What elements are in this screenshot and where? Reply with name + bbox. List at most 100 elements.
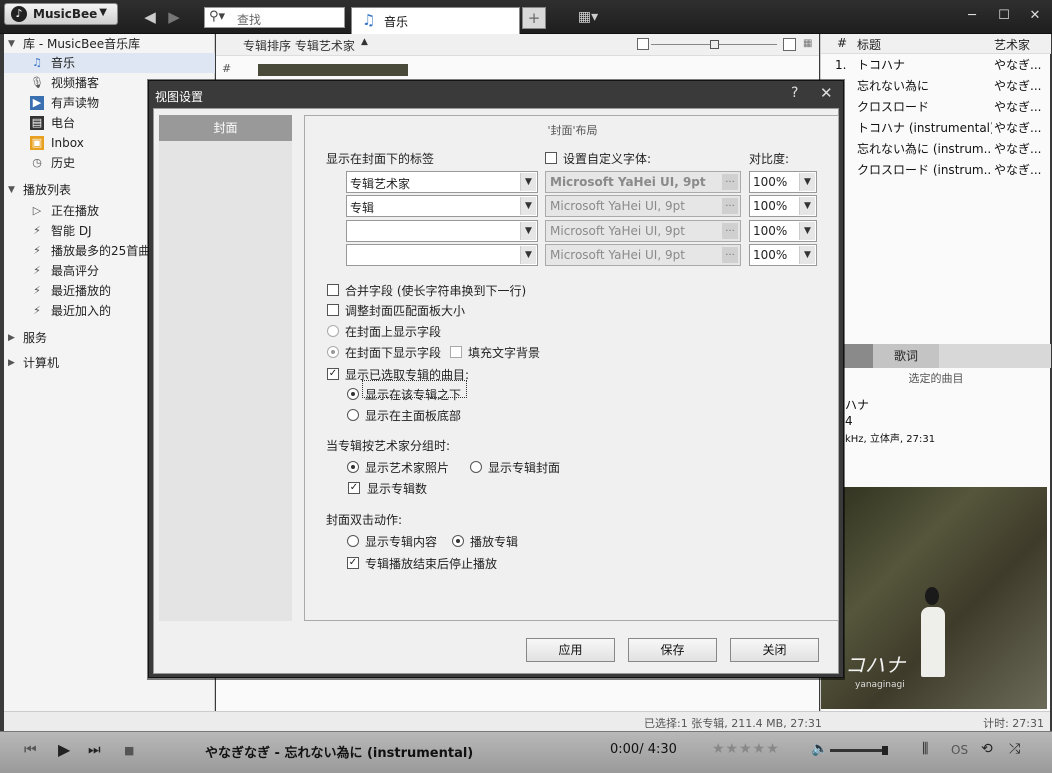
auto-playlist-icon: ⚡: [33, 284, 41, 297]
play-album-radio[interactable]: [452, 535, 464, 547]
show-bottom-panel-radio[interactable]: [347, 409, 359, 421]
show-album-content-label: 显示专辑内容: [365, 535, 438, 549]
font-value: Microsoft YaHei UI, 9pt: [550, 248, 685, 262]
album-cover-art[interactable]: トコハナ yanaginagi: [821, 487, 1047, 709]
back-arrow-icon[interactable]: ◀: [142, 9, 158, 25]
add-tab-button[interactable]: +: [522, 7, 546, 29]
track-row[interactable]: 忘れない為に (instrum... やなぎ...: [821, 139, 1051, 160]
double-click-label: 封面双击动作:: [326, 513, 403, 527]
search-placeholder: 查找: [237, 13, 262, 27]
sort-label[interactable]: 专辑排序 专辑艺术家: [243, 37, 355, 54]
contrast-value: 100%: [753, 248, 788, 262]
zoom-slider[interactable]: [637, 38, 797, 52]
music-note-icon: ♫: [32, 56, 42, 69]
track-row[interactable]: クロスロード (instrum... やなぎ...: [821, 160, 1051, 181]
status-bar: 已选择:1 张专辑, 211.4 MB, 27:31 计时: 27:31: [4, 711, 1050, 731]
layout-grid-icon[interactable]: ▦▾: [576, 9, 600, 27]
stop-after-album-checkbox[interactable]: ✓: [347, 557, 359, 569]
fill-bg-checkbox[interactable]: [450, 346, 462, 358]
help-icon[interactable]: ?: [791, 85, 798, 101]
tab-lyrics[interactable]: 歌词: [873, 344, 939, 368]
track-row[interactable]: トコハナ (instrumental) やなぎ...: [821, 118, 1051, 139]
repeat-icon[interactable]: ⟲: [981, 741, 993, 757]
track-row[interactable]: 1. トコハナ やなぎ...: [821, 55, 1051, 76]
font-browse-button[interactable]: ...: [722, 223, 738, 239]
microphone-icon: 🎙: [30, 76, 44, 89]
contrast-select[interactable]: 100% ▼: [749, 171, 817, 193]
app-name: MusicBee: [33, 7, 98, 21]
info-line: 4: [845, 414, 853, 428]
header-title[interactable]: 标题: [857, 36, 881, 53]
next-icon[interactable]: ⏭: [88, 742, 101, 758]
custom-font-label: 设置自定义字体:: [563, 152, 652, 166]
contrast-select[interactable]: 100% ▼: [749, 220, 817, 242]
forward-arrow-icon[interactable]: ▶: [166, 9, 182, 25]
show-under-cover-radio[interactable]: [327, 346, 339, 358]
rating-stars[interactable]: ★★★★★: [712, 741, 780, 757]
auto-playlist-icon: ⚡: [33, 244, 41, 257]
search-icon: ⚲▾: [209, 9, 226, 24]
field-select[interactable]: 专辑 ▼: [346, 195, 538, 217]
selected-tracks-label: 选定的曲目: [908, 372, 964, 385]
show-selected-tracks-checkbox[interactable]: ✓: [327, 368, 339, 380]
chevron-down-icon: ▼: [520, 222, 536, 240]
header-artist[interactable]: 艺术家: [994, 36, 1030, 53]
volume-icon[interactable]: 🔈: [811, 741, 828, 757]
grid-view-icon[interactable]: ▦: [803, 38, 815, 50]
font-browse-button[interactable]: ...: [722, 247, 738, 263]
show-artist-photo-radio[interactable]: [347, 461, 359, 473]
minimize-icon[interactable]: ─: [964, 8, 980, 24]
close-button[interactable]: 关闭: [730, 638, 819, 662]
collapsed-arrow-icon: ▶: [8, 358, 15, 368]
settings-nav: 封面: [159, 115, 292, 621]
tab-music[interactable]: ♫ 音乐: [351, 7, 520, 34]
chevron-down-icon: ▼: [799, 222, 815, 240]
font-field: Microsoft YaHei UI, 9pt...: [545, 171, 741, 193]
play-icon[interactable]: ▶: [58, 740, 70, 759]
album-thumbnail[interactable]: [258, 64, 408, 76]
field-select[interactable]: ▼: [346, 244, 538, 266]
track-row[interactable]: 忘れない為に やなぎ...: [821, 76, 1051, 97]
slider-thumb[interactable]: [710, 40, 719, 49]
show-album-cover-radio[interactable]: [470, 461, 482, 473]
close-dialog-icon[interactable]: ✕: [820, 84, 833, 102]
volume-thumb[interactable]: [882, 746, 888, 755]
apply-button[interactable]: 应用: [526, 638, 615, 662]
field-select[interactable]: ▼: [346, 220, 538, 242]
equalizer-icon[interactable]: ⫼: [922, 741, 928, 757]
sort-bar: 专辑排序 专辑艺术家 ▲ ▦: [216, 34, 819, 56]
maximize-icon[interactable]: ☐: [996, 8, 1012, 24]
merge-fields-checkbox[interactable]: [327, 284, 339, 296]
stop-icon[interactable]: ■: [124, 744, 134, 757]
close-window-icon[interactable]: ✕: [1027, 8, 1043, 24]
field-select[interactable]: 专辑艺术家 ▼: [346, 171, 538, 193]
header-num[interactable]: #: [837, 36, 847, 50]
font-browse-button[interactable]: ...: [722, 198, 738, 214]
show-album-content-radio[interactable]: [347, 535, 359, 547]
shuffle-icon[interactable]: ⤮: [1009, 741, 1020, 757]
search-input[interactable]: ⚲▾ 查找: [204, 7, 345, 28]
show-below-album-radio[interactable]: [347, 388, 359, 400]
volume-slider[interactable]: [830, 746, 888, 755]
fit-cover-label: 调整封面匹配面板大小: [345, 304, 466, 318]
app-menu-button[interactable]: ♪ MusicBee ▼: [4, 3, 118, 25]
scrobble-icon[interactable]: OS: [951, 743, 968, 757]
sort-ascending-icon[interactable]: ▲: [361, 37, 368, 47]
custom-font-checkbox[interactable]: [545, 152, 557, 164]
show-album-count-checkbox[interactable]: ✓: [348, 482, 360, 494]
sidebar-item-music[interactable]: ♫ 音乐: [4, 53, 215, 73]
contrast-select[interactable]: 100% ▼: [749, 244, 817, 266]
save-button[interactable]: 保存: [628, 638, 717, 662]
track-row[interactable]: クロスロード やなぎ...: [821, 97, 1051, 118]
track-list-header: # 标题 艺术家: [821, 34, 1051, 54]
previous-icon[interactable]: ⏮: [24, 742, 37, 758]
auto-playlist-icon: ⚡: [33, 224, 41, 237]
expand-arrow-icon: ▼: [8, 185, 15, 195]
sidebar-library-header[interactable]: ▼ 库 - MusicBee音乐库: [4, 34, 215, 54]
show-on-cover-radio[interactable]: [327, 325, 339, 337]
font-browse-button[interactable]: ...: [722, 174, 738, 190]
contrast-select[interactable]: 100% ▼: [749, 195, 817, 217]
merge-fields-label: 合并字段 (使长字符串换到下一行): [345, 284, 527, 298]
fit-cover-checkbox[interactable]: [327, 304, 339, 316]
nav-item-cover[interactable]: 封面: [159, 115, 292, 141]
